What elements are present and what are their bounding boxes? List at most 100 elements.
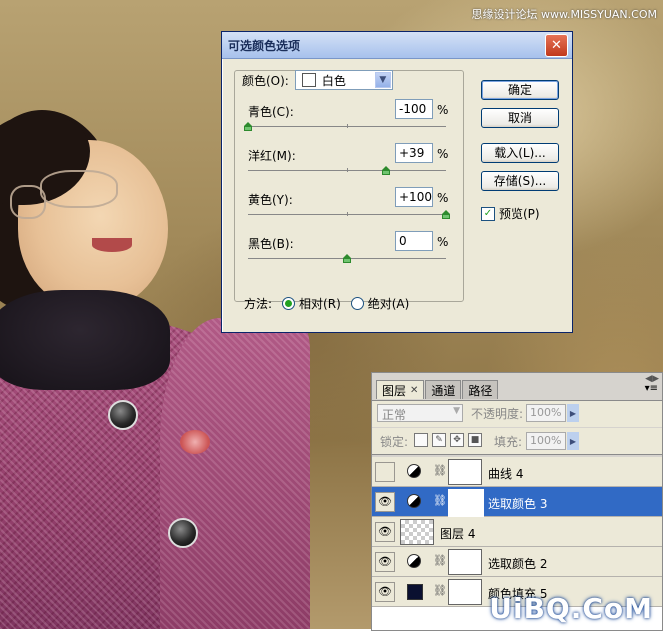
eye-icon[interactable]: 👁 (375, 552, 395, 572)
colors-row: 颜色(O): 白色 ▼ (242, 70, 393, 90)
preview-label[interactable]: 预览(P) (499, 205, 540, 222)
photo-coat-button (168, 518, 198, 548)
blend-mode-select[interactable]: 正常 ▼ (377, 404, 463, 422)
eye-icon[interactable]: 👁 (375, 522, 395, 542)
layer-mask-thumbnail[interactable] (448, 549, 482, 575)
white-swatch-icon (301, 73, 316, 87)
method-label: 方法: (244, 297, 273, 311)
chevron-down-icon[interactable]: ▼ (374, 72, 391, 88)
eye-icon[interactable]: 👁 (375, 582, 395, 602)
photo-glasses-left (10, 185, 46, 219)
fill-input[interactable]: 100% (526, 432, 566, 450)
photo-coat-button (108, 400, 138, 430)
tab-label: 图层 (382, 383, 407, 398)
lock-all-icon[interactable]: ■ (468, 433, 482, 447)
tab-label: 路径 (468, 383, 493, 398)
slider-thumb[interactable] (343, 254, 351, 263)
preview-row: ✓ 预览(P) (481, 205, 540, 222)
slider-thumb[interactable] (442, 210, 450, 219)
layer-name[interactable]: 选取颜色 2 (488, 555, 547, 572)
slider-label: 黄色(Y): (248, 193, 293, 207)
opacity-input[interactable]: 100% (526, 404, 566, 422)
lock-fill-bar: 锁定: ✎ ✥ ■ 填充: 100% ▶ (372, 428, 662, 455)
fill-label: 填充: (494, 435, 523, 449)
adjustment-layer-icon (407, 494, 421, 508)
radio-absolute[interactable] (350, 297, 364, 310)
percent-unit: % (437, 235, 449, 249)
layer-row[interactable]: 👁 图层 4 (372, 517, 662, 547)
method-row: 方法: 相对(R) 绝对(A) (244, 295, 409, 312)
cancel-button[interactable]: 取消 (481, 108, 559, 128)
watermark-top: 思缘设计论坛 www.MISSYUAN.COM (471, 8, 657, 21)
chevron-right-icon[interactable]: ▶ (567, 432, 579, 450)
radio-absolute-label[interactable]: 绝对(A) (368, 295, 410, 312)
save-button[interactable]: 存储(S)... (481, 171, 559, 191)
tab-layers[interactable]: 图层 ✕ (376, 380, 425, 399)
dialog-titlebar[interactable]: 可选颜色选项 ✕ (222, 32, 572, 59)
slider-center-tick (347, 124, 348, 128)
layer-mask-thumbnail[interactable] (448, 489, 484, 517)
load-button[interactable]: 载入(L)... (481, 143, 559, 163)
adjustment-layer-icon (407, 464, 421, 478)
layer-row[interactable]: ⛓ 曲线 4 (372, 457, 662, 487)
preview-checkbox[interactable]: ✓ (481, 206, 495, 221)
photo-coat-right (160, 318, 310, 629)
photo-scarf (0, 290, 170, 390)
panel-tabs: 图层 ✕ 通道 路径 (376, 380, 499, 399)
close-icon[interactable]: ✕ (545, 33, 568, 57)
link-chain-icon[interactable]: ⛓ (433, 494, 447, 507)
ok-button[interactable]: 确定 (481, 80, 559, 100)
cyan-value-input[interactable]: -100 (395, 99, 433, 119)
tab-channels[interactable]: 通道 (425, 380, 462, 399)
blend-opacity-bar: 正常 ▼ 不透明度: 100% ▶ (372, 400, 662, 427)
yellow-value-input[interactable]: +100 (395, 187, 433, 207)
slider-thumb[interactable] (244, 122, 252, 131)
visibility-toggle-empty[interactable] (375, 462, 395, 482)
slider-label: 洋红(M): (248, 149, 296, 163)
slider-center-tick (347, 212, 348, 216)
black-value-input[interactable]: 0 (395, 231, 433, 251)
radio-relative[interactable] (282, 297, 296, 310)
close-icon[interactable]: ✕ (410, 385, 418, 396)
chevron-right-icon[interactable]: ▶ (567, 404, 579, 422)
lock-move-icon[interactable]: ✥ (450, 433, 464, 447)
layer-name[interactable]: 图层 4 (440, 525, 475, 542)
percent-unit: % (437, 191, 449, 205)
photo-glasses (40, 170, 118, 208)
slider-label: 青色(C): (248, 105, 294, 119)
layer-thumbnail[interactable] (400, 519, 434, 545)
percent-unit: % (437, 103, 449, 117)
slider-thumb[interactable] (381, 166, 390, 175)
tab-paths[interactable]: 路径 (462, 380, 499, 399)
color-fill-swatch-icon[interactable] (407, 584, 423, 600)
layer-name[interactable]: 选取颜色 3 (488, 495, 547, 512)
slider-center-tick (347, 168, 348, 172)
lock-transparent-icon[interactable] (414, 433, 428, 447)
layer-row[interactable]: 👁 ⛓ 选取颜色 2 (372, 547, 662, 577)
colors-select[interactable]: 白色 ▼ (294, 70, 393, 90)
selective-color-dialog: 可选颜色选项 ✕ 颜色(O): 白色 ▼ 青色(C): -100 % 洋红(M)… (221, 31, 573, 333)
tab-label: 通道 (431, 383, 456, 398)
layer-mask-thumbnail[interactable] (448, 459, 482, 485)
photo-mouth (92, 238, 132, 252)
slider-label: 黑色(B): (248, 237, 294, 251)
photo-brooch (180, 430, 210, 454)
radio-relative-label[interactable]: 相对(R) (299, 295, 341, 312)
percent-unit: % (437, 147, 449, 161)
dialog-title: 可选颜色选项 (228, 38, 301, 53)
lock-label: 锁定: (380, 435, 409, 449)
magenta-value-input[interactable]: +39 (395, 143, 433, 163)
watermark-bottom: UiBQ.CoM (489, 592, 653, 625)
link-chain-icon[interactable]: ⛓ (433, 554, 447, 567)
colors-label: 颜色(O): (242, 73, 289, 88)
layer-row-selected[interactable]: 👁 ⛓ 选取颜色 3 (372, 487, 662, 517)
blend-mode-value: 正常 (382, 408, 407, 422)
lock-paint-icon[interactable]: ✎ (432, 433, 446, 447)
panel-menu-icon[interactable]: ▾≡ (645, 383, 658, 394)
link-chain-icon[interactable]: ⛓ (433, 464, 447, 477)
chevron-down-icon[interactable]: ▼ (453, 406, 460, 416)
layer-mask-thumbnail[interactable] (448, 579, 482, 605)
link-chain-icon[interactable]: ⛓ (433, 584, 447, 597)
layer-name[interactable]: 曲线 4 (488, 465, 523, 482)
eye-icon[interactable]: 👁 (375, 492, 395, 512)
